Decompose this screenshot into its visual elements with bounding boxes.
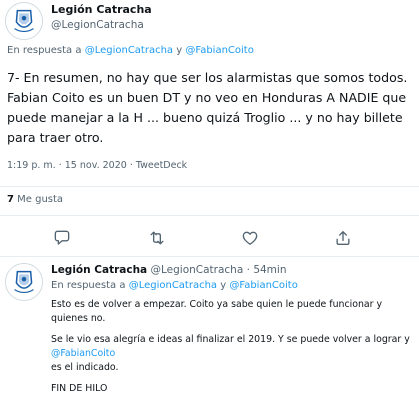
divider bbox=[0, 256, 419, 257]
paragraph: Se le vio esa alegría e ideas al finaliz… bbox=[51, 333, 411, 375]
separator: · bbox=[246, 264, 250, 276]
display-name[interactable]: Legión Catracha bbox=[51, 264, 147, 276]
paragraph: FIN DE HILO bbox=[51, 383, 108, 394]
likes-label: Me gusta bbox=[17, 194, 64, 205]
divider bbox=[0, 186, 419, 187]
mention-link[interactable]: @FabianCoito bbox=[51, 348, 115, 359]
avatar[interactable] bbox=[5, 263, 43, 301]
like-button[interactable] bbox=[240, 228, 260, 248]
avatar[interactable] bbox=[5, 2, 43, 40]
reply-button[interactable] bbox=[52, 228, 72, 248]
paragraph: Esto es de volver a empezar. Coito ya sa… bbox=[51, 299, 383, 324]
reply-joiner: y bbox=[220, 280, 227, 291]
paragraph-text: Se le vio esa alegría e ideas al finaliz… bbox=[51, 334, 410, 345]
reply-context: En respuesta a @LegionCatracha y @Fabian… bbox=[7, 45, 254, 56]
tweet-text: 7- En resumen, no hay que ser los alarmi… bbox=[7, 70, 408, 145]
divider bbox=[0, 215, 419, 216]
paragraph-text: es el indicado. bbox=[51, 362, 119, 373]
share-icon bbox=[336, 231, 350, 245]
retweet-icon bbox=[150, 231, 164, 245]
timestamp[interactable]: 1:19 p. m. · 15 nov. 2020 · bbox=[7, 160, 133, 171]
reply-joiner: y bbox=[176, 45, 183, 56]
reply-header: Legión Catracha @LegionCatracha · 54min bbox=[51, 264, 286, 276]
reply-icon bbox=[54, 230, 70, 245]
reply-prefix: En respuesta a bbox=[51, 280, 126, 291]
likes-count[interactable]: 7 Me gusta bbox=[7, 194, 63, 205]
source-app-link[interactable]: TweetDeck bbox=[136, 160, 187, 171]
mention-link[interactable]: @LegionCatracha bbox=[129, 280, 217, 291]
mention-link[interactable]: @LegionCatracha bbox=[85, 45, 173, 56]
reply-context: En respuesta a @LegionCatracha y @Fabian… bbox=[51, 280, 298, 291]
mention-link[interactable]: @FabianCoito bbox=[185, 45, 253, 56]
likes-number: 7 bbox=[7, 194, 14, 205]
user-handle[interactable]: @LegionCatracha bbox=[51, 19, 144, 31]
share-button[interactable] bbox=[333, 228, 353, 248]
user-handle[interactable]: @LegionCatracha bbox=[150, 264, 243, 276]
like-icon bbox=[242, 231, 258, 245]
tweet-text: Esto es de volver a empezar. Coito ya sa… bbox=[51, 298, 411, 400]
legion-catracha-logo-icon bbox=[6, 264, 42, 300]
legion-catracha-logo-icon bbox=[6, 3, 42, 39]
reply-prefix: En respuesta a bbox=[7, 45, 82, 56]
tweet-meta: 1:19 p. m. · 15 nov. 2020 · TweetDeck bbox=[7, 160, 187, 171]
relative-time[interactable]: 54min bbox=[253, 264, 286, 276]
mention-link[interactable]: @FabianCoito bbox=[229, 280, 297, 291]
retweet-button[interactable] bbox=[147, 228, 167, 248]
display-name[interactable]: Legión Catracha bbox=[51, 3, 152, 16]
